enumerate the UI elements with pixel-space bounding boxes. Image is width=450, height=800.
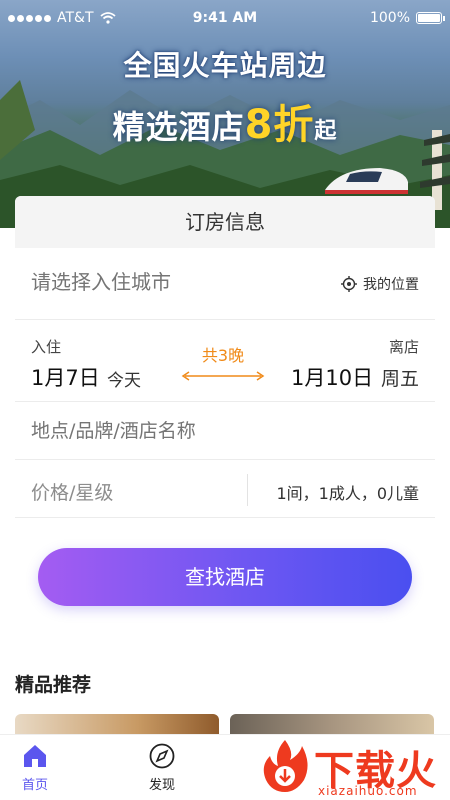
promo-banner[interactable]: AT&T 9:41 AM 100% 全国火车站周边 精选酒店8折起 xyxy=(0,0,450,228)
price-star-selector[interactable]: 价格/星级 xyxy=(31,478,113,505)
search-hotel-button[interactable]: 查找酒店 xyxy=(38,548,412,606)
checkout-day: 周五 xyxy=(380,368,419,390)
filter-row: 价格/星级 1间，1成人，0儿童 xyxy=(15,460,435,518)
tab-home[interactable]: 首页 xyxy=(0,741,70,793)
city-row[interactable]: 我的位置 xyxy=(15,248,435,320)
checkin-date: 1月7日 xyxy=(31,366,100,390)
tab-discover-label: 发现 xyxy=(148,778,175,793)
nights-count: 共3晚 xyxy=(201,346,245,365)
recommend-section-title: 精品推荐 xyxy=(15,674,92,696)
location-crosshair-icon xyxy=(341,276,357,292)
guests-selector[interactable]: 1间，1成人，0儿童 xyxy=(276,480,419,504)
booking-card-title: 订房信息 xyxy=(15,196,435,248)
home-icon xyxy=(24,745,46,767)
checkin-label: 入住 xyxy=(31,338,62,356)
promo-prefix: 精选酒店 xyxy=(112,108,245,146)
keyword-row[interactable] xyxy=(15,402,435,460)
watermark-logo: 下载火 xiazaihuo.com xyxy=(256,736,446,800)
battery-icon xyxy=(416,12,445,24)
keyword-input[interactable] xyxy=(31,420,391,442)
city-input[interactable] xyxy=(31,270,291,294)
double-arrow-icon xyxy=(181,371,265,381)
date-row: 入住 1月7日 今天 共3晚 离店 1月10日 周五 xyxy=(15,320,435,402)
watermark-url: xiazaihuo.com xyxy=(318,784,418,798)
tab-discover[interactable]: 发现 xyxy=(127,741,197,793)
checkout-label: 离店 xyxy=(388,338,419,356)
booking-card: 订房信息 我的位置 入住 1月7日 今天 共3晚 离 xyxy=(15,196,435,518)
checkin-day: 今天 xyxy=(107,371,141,391)
battery-percent: 100% xyxy=(369,10,410,26)
battery-status: 100% xyxy=(369,10,445,26)
promo-subheadline: 精选酒店8折起 xyxy=(0,92,450,150)
promo-suffix: 起 xyxy=(314,119,338,144)
tab-home-label: 首页 xyxy=(21,778,48,793)
train-image xyxy=(325,168,408,194)
vertical-divider xyxy=(247,474,248,506)
compass-icon xyxy=(149,743,175,769)
status-bar: AT&T 9:41 AM 100% xyxy=(0,0,450,36)
my-location-label: 我的位置 xyxy=(363,277,419,293)
promo-headline: 全国火车站周边 xyxy=(123,49,327,82)
flame-logo-icon xyxy=(263,740,308,792)
promo-discount: 8折 xyxy=(244,102,315,148)
my-location-button[interactable]: 我的位置 xyxy=(341,274,419,294)
checkout-date: 1月10日 xyxy=(291,366,374,390)
